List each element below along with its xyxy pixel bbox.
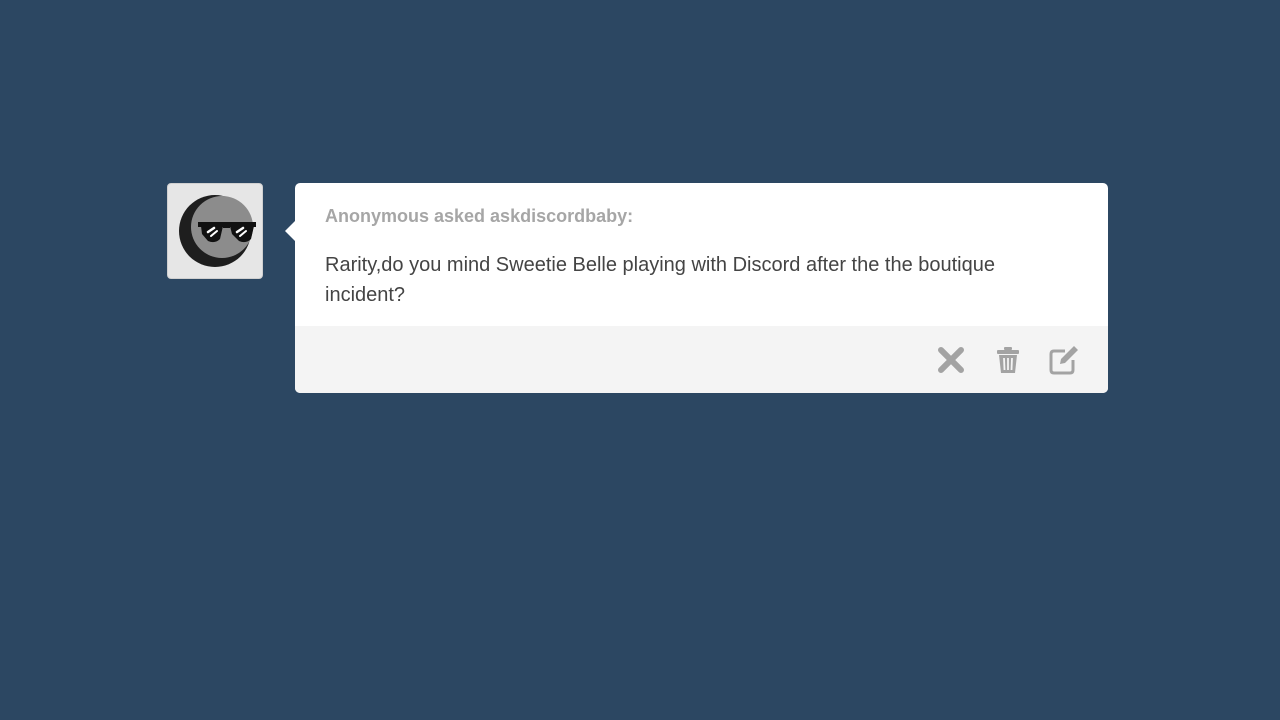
answer-button[interactable] <box>1048 345 1078 375</box>
ask-card: Anonymous asked askdiscordbaby: Rarity,d… <box>285 183 1108 393</box>
question-text: Rarity,do you mind Sweetie Belle playing… <box>325 254 995 306</box>
card-pointer <box>285 221 295 241</box>
trash-icon <box>997 347 1019 373</box>
avatar[interactable] <box>167 183 263 279</box>
sunglasses-moon-icon <box>179 195 256 267</box>
ignore-button[interactable] <box>936 345 966 375</box>
edit-icon <box>1049 346 1078 375</box>
delete-button[interactable] <box>993 345 1023 375</box>
close-x-icon <box>938 347 964 373</box>
asker-line: Anonymous asked askdiscordbaby: <box>325 206 634 226</box>
ask-actions-bar <box>295 326 1108 393</box>
